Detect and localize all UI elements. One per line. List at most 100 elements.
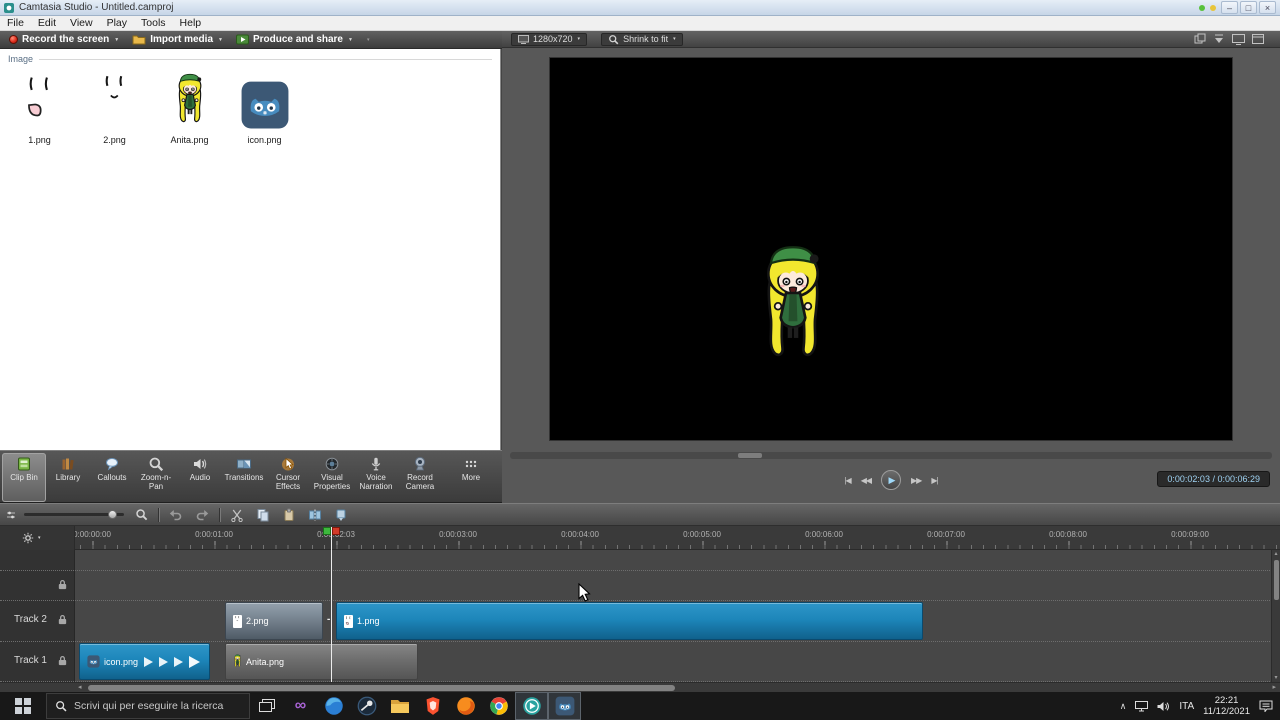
language-indicator[interactable]: ITA bbox=[1179, 701, 1194, 712]
timeline-zoom-slider[interactable] bbox=[24, 510, 124, 519]
scroll-down-arrow[interactable]: ▾ bbox=[1272, 674, 1280, 682]
canvas-dimensions-button[interactable]: 1280x720 ▾ bbox=[511, 32, 588, 46]
menu-help[interactable]: Help bbox=[173, 16, 209, 30]
minimize-button[interactable]: – bbox=[1221, 1, 1238, 14]
go-to-start-button[interactable]: |◀ bbox=[844, 476, 851, 485]
copy-button[interactable] bbox=[254, 506, 272, 524]
playback-controls: |◀ ◀◀ ▶ ▶▶ ▶| bbox=[549, 467, 1233, 493]
volume-icon[interactable] bbox=[1157, 701, 1170, 712]
playhead-in-handle[interactable] bbox=[323, 527, 331, 535]
tab-more[interactable]: More bbox=[450, 453, 492, 502]
track1-label: Track 1 bbox=[14, 655, 47, 666]
cut-button[interactable] bbox=[228, 506, 246, 524]
menu-edit[interactable]: Edit bbox=[31, 16, 63, 30]
app-godot[interactable] bbox=[548, 692, 581, 720]
taskbar-clock[interactable]: 22:21 11/12/2021 bbox=[1203, 695, 1250, 717]
import-media-button[interactable]: Import media ▼ bbox=[127, 32, 228, 48]
timeline-ruler[interactable]: 0:00:00:00 0:00:01:00 0:00:02:03 0:00:03… bbox=[0, 526, 1280, 550]
task-view-button[interactable] bbox=[250, 692, 284, 720]
start-button[interactable] bbox=[0, 692, 46, 720]
scroll-left-arrow[interactable]: ◂ bbox=[78, 683, 82, 692]
scroll-right-arrow[interactable]: ▸ bbox=[1272, 683, 1276, 692]
zoom-fit-button[interactable]: Shrink to fit ▾ bbox=[601, 32, 683, 46]
record-icon bbox=[9, 35, 18, 44]
track2-lock-button[interactable] bbox=[57, 614, 68, 625]
menu-play[interactable]: Play bbox=[100, 16, 134, 30]
app-steam[interactable] bbox=[350, 692, 383, 720]
play-button[interactable]: ▶ bbox=[881, 470, 901, 490]
maximize-button[interactable]: □ bbox=[1240, 1, 1257, 14]
preview-scrollbar[interactable] bbox=[510, 452, 1272, 459]
app-camtasia[interactable] bbox=[515, 692, 548, 720]
timeline-vertical-scrollbar[interactable]: ▴ ▾ bbox=[1271, 550, 1280, 682]
playhead[interactable] bbox=[331, 527, 332, 682]
step-back-button[interactable]: ◀◀ bbox=[861, 476, 872, 485]
menu-file[interactable]: File bbox=[0, 16, 31, 30]
tab-voice-narration[interactable]: Voice Narration bbox=[354, 453, 398, 502]
tab-record-camera[interactable]: Record Camera bbox=[398, 453, 442, 502]
track1-lock-button[interactable] bbox=[57, 655, 68, 666]
media-item-1png[interactable]: 1.png bbox=[2, 70, 77, 145]
taskbar-search-input[interactable]: Scrivi qui per eseguire la ricerca bbox=[46, 693, 250, 719]
action-center-button[interactable] bbox=[1259, 700, 1273, 712]
app-visual-studio[interactable]: ∞ bbox=[284, 692, 317, 720]
preview-scrollbar-thumb[interactable] bbox=[738, 453, 762, 458]
app-brave[interactable] bbox=[416, 692, 449, 720]
preview-options-button[interactable] bbox=[1252, 34, 1264, 44]
fade-handle[interactable]: - bbox=[327, 614, 330, 625]
playhead-out-handle[interactable] bbox=[332, 527, 340, 535]
split-button[interactable] bbox=[306, 506, 324, 524]
scrollbar-thumb[interactable] bbox=[1274, 560, 1279, 600]
produce-icon bbox=[235, 34, 249, 45]
track3-lock-button[interactable] bbox=[57, 579, 68, 590]
tab-callouts[interactable]: Callouts bbox=[90, 453, 134, 502]
detach-preview-button[interactable] bbox=[1194, 33, 1206, 45]
clip-2png[interactable]: 2.png bbox=[225, 602, 323, 640]
clip-iconpng[interactable]: icon.png bbox=[79, 643, 210, 680]
visual-studio-icon: ∞ bbox=[294, 697, 307, 714]
zoom-select-button[interactable] bbox=[132, 506, 150, 524]
tab-visual-properties[interactable]: Visual Properties bbox=[310, 453, 354, 502]
app-edge[interactable] bbox=[317, 692, 350, 720]
tab-audio[interactable]: Audio bbox=[178, 453, 222, 502]
zoom-slider-handle[interactable] bbox=[108, 510, 117, 519]
canvas-character[interactable] bbox=[753, 242, 833, 374]
step-forward-button[interactable]: ▶▶ bbox=[911, 476, 922, 485]
undo-button[interactable] bbox=[167, 506, 185, 524]
tab-library[interactable]: Library bbox=[46, 453, 90, 502]
clip-1png[interactable]: 1.png bbox=[336, 602, 923, 640]
clip-anitapng[interactable]: Anita.png bbox=[225, 643, 418, 680]
media-group-header: Image bbox=[0, 49, 500, 64]
timeline-horizontal-scrollbar[interactable]: ◂ ▸ bbox=[0, 682, 1280, 692]
tray-expand-button[interactable]: ∧ bbox=[1120, 701, 1127, 712]
network-icon[interactable] bbox=[1135, 700, 1149, 712]
media-item-anitapng[interactable]: Anita.png bbox=[152, 70, 227, 145]
preview-canvas[interactable] bbox=[549, 57, 1233, 441]
tab-transitions[interactable]: Transitions bbox=[222, 453, 266, 502]
tab-clip-bin[interactable]: Clip Bin bbox=[2, 453, 46, 502]
paste-button[interactable] bbox=[280, 506, 298, 524]
menu-view[interactable]: View bbox=[63, 16, 100, 30]
app-firefox[interactable] bbox=[449, 692, 482, 720]
produce-share-button[interactable]: Produce and share ▼ bbox=[231, 32, 358, 48]
ruler-label: 0:00:06:00 bbox=[805, 530, 843, 539]
app-chrome[interactable] bbox=[482, 692, 515, 720]
scroll-up-arrow[interactable]: ▴ bbox=[1272, 550, 1280, 558]
folder-icon bbox=[390, 700, 409, 713]
toolbar-overflow-button[interactable]: ▾ bbox=[367, 37, 370, 43]
tab-zoom-n-pan[interactable]: Zoom-n-Pan bbox=[134, 453, 178, 502]
menu-tools[interactable]: Tools bbox=[134, 16, 173, 30]
scrollbar-thumb[interactable] bbox=[88, 685, 675, 691]
add-marker-button[interactable] bbox=[332, 506, 350, 524]
record-screen-button[interactable]: Record the screen ▼ bbox=[4, 32, 124, 48]
close-button[interactable]: × bbox=[1259, 1, 1276, 14]
tab-cursor-effects[interactable]: Cursor Effects bbox=[266, 453, 310, 502]
go-to-end-button[interactable]: ▶| bbox=[931, 476, 938, 485]
timeline-options-button[interactable]: ▾ bbox=[0, 526, 75, 550]
media-item-iconpng[interactable]: icon.png bbox=[227, 70, 302, 145]
fullscreen-button[interactable] bbox=[1232, 33, 1245, 45]
shrink-preview-button[interactable] bbox=[1213, 33, 1225, 45]
media-item-2png[interactable]: 2.png bbox=[77, 70, 152, 145]
app-file-explorer[interactable] bbox=[383, 692, 416, 720]
redo-button[interactable] bbox=[193, 506, 211, 524]
